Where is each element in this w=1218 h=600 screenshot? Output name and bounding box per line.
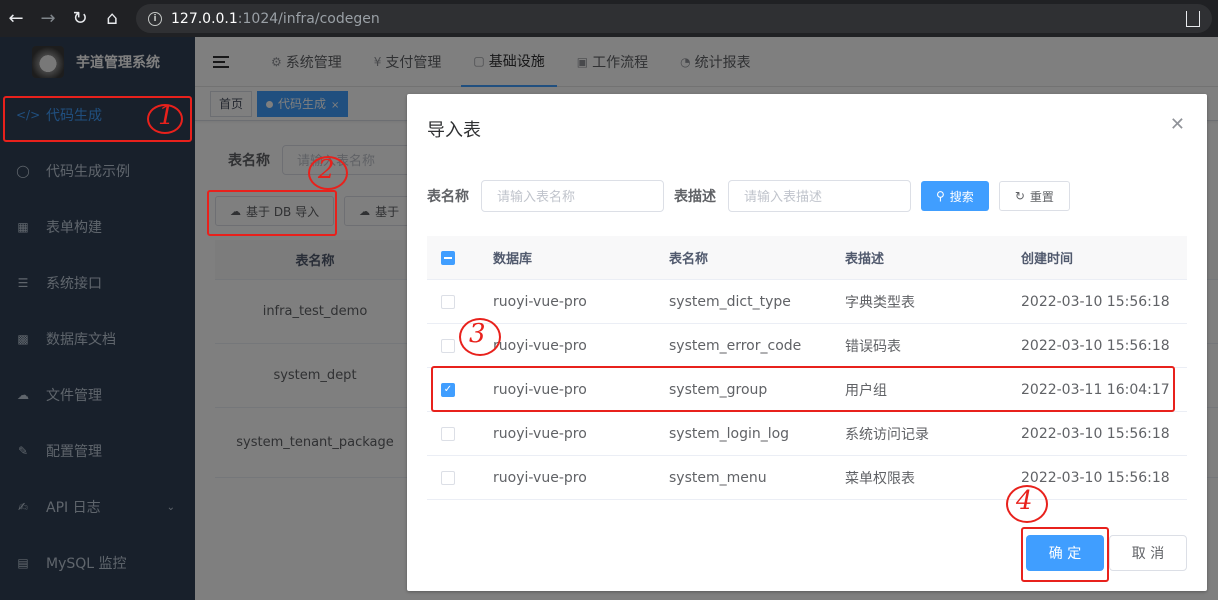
search-icon: ⚲ [936,189,945,203]
share-icon[interactable] [1186,11,1200,27]
column-header: 数据库 [493,252,533,267]
cell-name: system_dict_type [669,293,791,310]
cell-time: 2022-03-10 15:56:18 [1021,469,1170,486]
close-icon[interactable]: ✕ [1170,114,1185,135]
cell-desc: 错误码表 [845,338,901,355]
annotation-box-4 [1021,527,1109,582]
table-name-label: 表名称 [427,189,469,205]
site-info-icon[interactable]: i [148,11,162,26]
cell-time: 2022-03-10 15:56:18 [1021,293,1170,310]
table-row[interactable]: ruoyi-vue-pro system_login_log 系统访问记录 20… [427,412,1187,456]
annotation-number-1: 1 [158,101,175,131]
cell-name: system_error_code [669,337,802,354]
cell-time: 2022-03-10 15:56:18 [1021,425,1170,442]
dialog-search-form: 表名称 表描述 ⚲ 搜索 ↻ 重置 [427,180,1070,212]
button-label: 重置 [1029,189,1054,204]
annotation-number-4: 4 [1016,486,1033,516]
reset-button[interactable]: ↻ 重置 [998,181,1070,211]
home-icon[interactable]: ⌂ [96,0,128,37]
cell-desc: 字典类型表 [845,294,915,311]
refresh-icon: ↻ [1014,189,1025,203]
dialog-title: 导入表 [427,120,481,141]
row-checkbox[interactable] [441,470,455,485]
table-desc-label: 表描述 [674,189,716,205]
row-checkbox[interactable] [441,426,455,441]
cell-db: ruoyi-vue-pro [493,469,587,486]
table-row[interactable]: ruoyi-vue-pro system_menu 菜单权限表 2022-03-… [427,456,1187,500]
cell-name: system_login_log [669,425,790,442]
cancel-button[interactable]: 取 消 [1109,535,1187,571]
cell-db: ruoyi-vue-pro [493,293,587,310]
browser-toolbar: ← → ↻ ⌂ i 127.0.0.1:1024/infra/codegen [0,0,1218,37]
annotation-box-2 [207,190,337,236]
address-bar[interactable]: i 127.0.0.1:1024/infra/codegen [136,4,1212,33]
cell-db: ruoyi-vue-pro [493,425,587,442]
table-header: 数据库 表名称 表描述 创建时间 [427,236,1187,280]
cell-desc: 菜单权限表 [845,470,915,487]
dialog-table-name-input[interactable] [481,180,664,212]
table-row[interactable]: ruoyi-vue-pro system_dict_type 字典类型表 202… [427,280,1187,324]
column-header: 表名称 [669,252,709,267]
dialog-table-desc-input[interactable] [728,180,911,212]
column-header: 创建时间 [1021,252,1074,267]
search-button[interactable]: ⚲ 搜索 [921,181,989,211]
table-row[interactable]: ruoyi-vue-pro system_error_code 错误码表 202… [427,324,1187,368]
url-text: 127.0.0.1:1024/infra/codegen [171,10,380,27]
annotation-number-3: 3 [469,319,486,349]
column-header: 表描述 [845,252,885,267]
cell-time: 2022-03-10 15:56:18 [1021,337,1170,354]
select-all-checkbox[interactable] [441,250,455,265]
reload-icon[interactable]: ↻ [64,0,96,37]
forward-arrow-icon[interactable]: → [32,0,64,37]
cell-desc: 系统访问记录 [845,426,929,443]
import-table-dialog: 导入表 ✕ 表名称 表描述 ⚲ 搜索 ↻ 重置 数据库 表名称 表描述 创建时间 r… [407,94,1207,591]
annotation-number-2: 2 [318,155,335,185]
cell-db: ruoyi-vue-pro [493,337,587,354]
row-checkbox[interactable] [441,338,455,353]
back-arrow-icon[interactable]: ← [0,0,32,37]
row-checkbox[interactable] [441,294,455,309]
button-label: 搜索 [949,189,974,204]
cell-name: system_menu [669,469,767,486]
annotation-box-3 [431,366,1175,412]
